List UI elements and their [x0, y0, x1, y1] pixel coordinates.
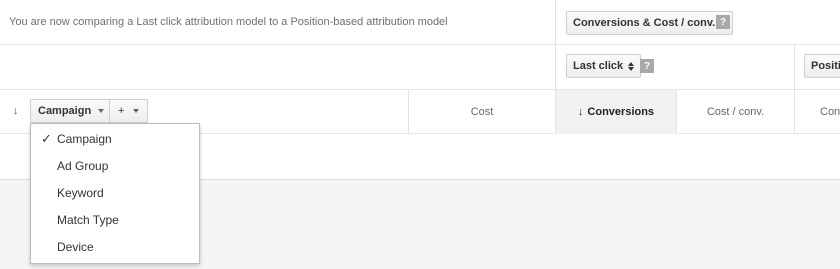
divider	[555, 0, 556, 44]
sort-arrow-icon[interactable]: ↓	[13, 105, 19, 117]
segment-dropdown-button[interactable]: Campaign	[30, 99, 113, 123]
comparison-header-row: You are now comparing a Last click attri…	[0, 0, 840, 45]
model-select-row: Last click ? Positio	[0, 45, 840, 90]
last-click-model-label: Last click	[573, 60, 624, 72]
dropdown-item-campaign[interactable]: ✓ Campaign	[31, 125, 199, 152]
help-icon[interactable]: ?	[716, 15, 730, 29]
cost-label: Cost	[470, 106, 494, 118]
check-icon: ✓	[41, 130, 52, 146]
segment-dropdown-menu: ✓ Campaign Ad Group Keyword Match Type D…	[30, 123, 200, 264]
chevron-down-icon	[98, 109, 105, 113]
last-click-model-select[interactable]: Last click	[566, 54, 642, 78]
dropdown-item-match-type[interactable]: Match Type	[31, 206, 199, 233]
dropdown-item-label: Campaign	[57, 131, 112, 146]
conversions-position-based-column-header[interactable]: Conv	[795, 90, 840, 134]
cost-per-conv-column-header[interactable]: Cost / conv.	[677, 90, 794, 134]
help-icon[interactable]: ?	[640, 59, 654, 73]
sort-down-arrow-icon: ↓	[577, 106, 584, 118]
position-based-model-label: Positio	[811, 60, 840, 72]
conversions-column-header[interactable]: ↓ Conversions	[556, 90, 676, 134]
metric-select[interactable]: Conversions & Cost / conv.	[566, 11, 734, 35]
divider	[555, 45, 556, 89]
add-segment-button[interactable]: +	[109, 99, 149, 123]
position-based-model-select[interactable]: Positio	[804, 54, 840, 78]
cost-column-header[interactable]: Cost	[409, 90, 555, 134]
dropdown-item-device[interactable]: Device	[31, 233, 199, 260]
divider	[794, 45, 795, 89]
metric-select-label: Conversions & Cost / conv.	[573, 17, 716, 29]
dropdown-item-ad-group[interactable]: Ad Group	[31, 152, 199, 179]
plus-icon: +	[118, 105, 125, 117]
up-down-arrows-icon	[628, 61, 635, 71]
conversions-label: Conversions	[587, 106, 655, 118]
chevron-down-icon	[133, 109, 140, 113]
cost-per-conv-label: Cost / conv.	[706, 106, 765, 118]
conv-partial-label: Conv	[820, 106, 840, 118]
dropdown-item-label: Ad Group	[57, 158, 109, 173]
dropdown-item-label: Match Type	[57, 212, 119, 227]
segment-dropdown-label: Campaign	[38, 105, 92, 117]
dropdown-item-keyword[interactable]: Keyword	[31, 179, 199, 206]
comparison-description: You are now comparing a Last click attri…	[9, 16, 448, 28]
dropdown-item-label: Keyword	[57, 185, 104, 200]
dropdown-item-label: Device	[57, 239, 94, 254]
